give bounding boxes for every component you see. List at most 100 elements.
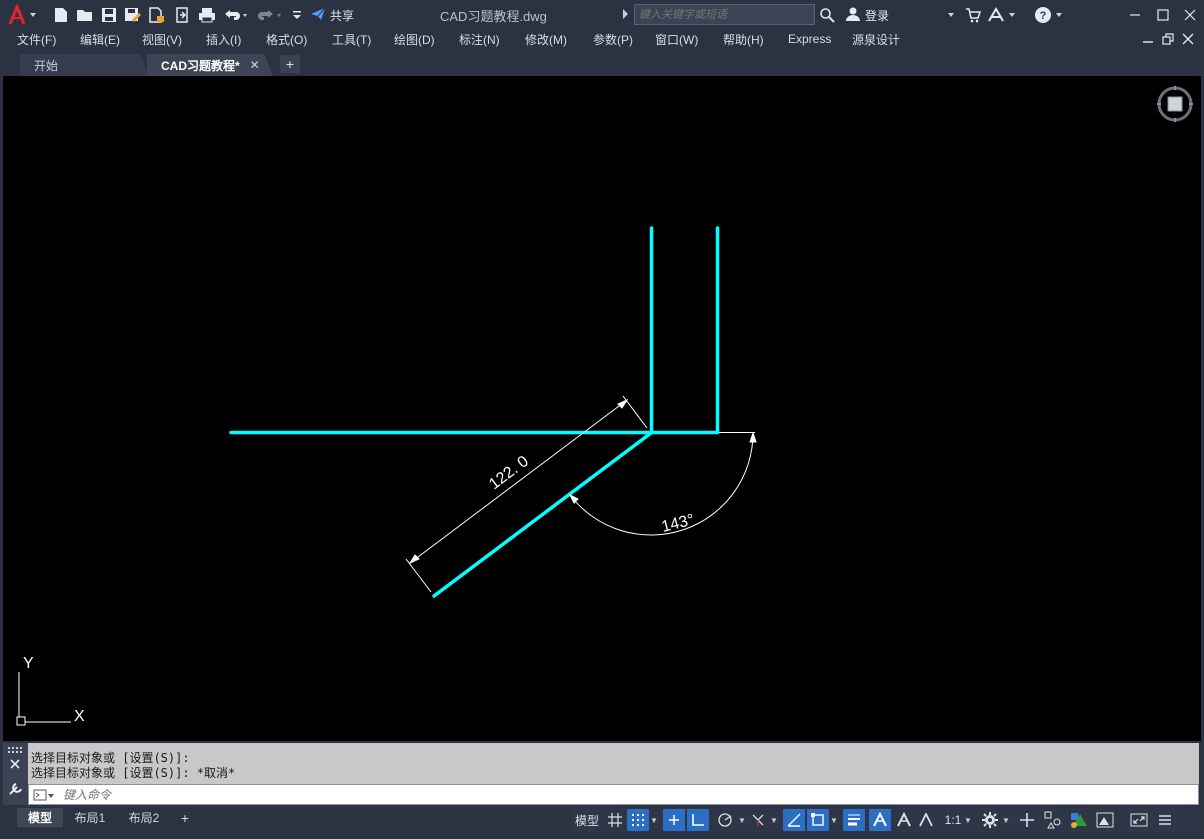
menu-help[interactable]: 帮助(H) [723,31,788,48]
snap-icon[interactable] [627,809,649,831]
tab-start[interactable]: 开始 [20,54,150,76]
dimension-arrow [749,431,757,443]
menu-view[interactable]: 视图(V) [142,31,206,48]
menu-file[interactable]: 文件(F) [17,31,80,48]
command-history-line: 选择目标对象或 [设置(S)]: [31,751,190,765]
polar-tracking-icon[interactable] [713,809,737,831]
layout-tab-1[interactable]: 布局1 [66,808,114,827]
annotation-visibility-icon[interactable] [869,809,891,831]
command-input[interactable] [63,787,863,802]
isodraft-dropdown-icon[interactable]: ▼ [769,809,779,831]
command-customize-icon[interactable] [9,783,22,795]
save-icon[interactable] [100,5,118,25]
search-expand-arrow-icon[interactable] [623,9,628,19]
isodraft-icon[interactable] [747,809,769,831]
menu-modify[interactable]: 修改(M) [525,31,593,48]
tab-close-icon[interactable]: ✕ [250,58,260,72]
menu-express[interactable]: Express [788,32,852,46]
command-close-icon[interactable] [10,759,20,769]
doc-minimize-button[interactable] [1140,31,1156,47]
publish-icon[interactable] [173,5,191,25]
print-icon[interactable] [197,5,217,25]
redo-icon[interactable] [256,5,284,25]
cart-icon[interactable] [964,5,982,25]
status-bar: 模型 布局1 布局2 + 模型 ▼ ▼ ▼ ▼ 1:1 ▼ ▼ [0,806,1204,839]
minimize-button[interactable] [1125,5,1145,25]
search-icon[interactable] [818,5,836,25]
undo-icon[interactable] [222,5,250,25]
doc-restore-button[interactable] [1160,31,1176,47]
doc-close-button[interactable] [1180,31,1196,47]
tab-drawing-label: CAD习题教程* [161,58,240,73]
share-button[interactable]: 共享 [310,5,354,25]
scale-label[interactable]: 1:1 [943,809,963,831]
menu-tools[interactable]: 工具(T) [332,31,394,48]
open-web-icon[interactable] [148,5,166,25]
menu-bar: 文件(F) 编辑(E) 视图(V) 插入(I) 格式(O) 工具(T) 绘图(D… [0,29,1204,49]
auto-scale-icon[interactable] [893,809,915,831]
new-icon[interactable] [52,5,70,25]
scale-dropdown-icon[interactable]: ▼ [963,809,973,831]
tab-drawing[interactable]: CAD习题教程* ✕ [147,54,273,76]
annotation-scale-icon[interactable] [915,809,937,831]
grid-icon[interactable] [603,809,627,831]
angled-line[interactable] [432,431,653,598]
login-button[interactable]: 登录 [845,5,889,25]
new-tab-button[interactable]: + [280,55,300,73]
autocad-logo-icon[interactable] [6,3,40,26]
layout-tab-2[interactable]: 布局2 [119,808,169,827]
file-tab-bar: 开始 CAD习题教程* ✕ + [0,49,1204,76]
drawing-canvas[interactable]: 122. 0 143° Y X [3,76,1201,741]
customization-icon[interactable] [1153,809,1177,831]
polar-dropdown-icon[interactable]: ▼ [737,809,747,831]
ucs-x-label: X [74,708,85,725]
snap-dropdown-icon[interactable]: ▼ [649,809,659,831]
menu-insert[interactable]: 插入(I) [206,31,266,48]
object-snap-dropdown-icon[interactable]: ▼ [829,809,839,831]
dimension-line [409,399,628,564]
menu-parametric[interactable]: 参数(P) [593,31,655,48]
annotation-monitor-icon[interactable] [1015,809,1039,831]
angular-dimension-text[interactable]: 143° [660,511,696,536]
units-icon[interactable] [1041,809,1065,831]
menu-yuanquan[interactable]: 源泉设计 [852,31,912,48]
save-as-icon[interactable] [124,5,142,25]
svg-text:?: ? [1040,10,1047,22]
ucs-y-label: Y [23,655,34,672]
object-snap-icon[interactable] [807,809,829,831]
infer-constraints-icon[interactable] [663,809,685,831]
document-window-controls [1140,31,1196,47]
model-space-button[interactable]: 模型 [571,809,603,831]
menu-dimension[interactable]: 标注(N) [459,31,525,48]
a360-icon[interactable] [986,5,1018,25]
layout-tab-model[interactable]: 模型 [17,808,63,827]
menu-format[interactable]: 格式(O) [266,31,332,48]
command-line-handle[interactable] [3,743,28,805]
close-button[interactable] [1180,5,1200,25]
graphics-performance-icon[interactable] [1093,809,1117,831]
open-icon[interactable] [76,5,94,25]
workspace-dropdown-icon[interactable]: ▼ [1001,809,1011,831]
command-line: 选择目标对象或 [设置(S)]: 选择目标对象或 [设置(S)]: *取消* [3,743,1199,805]
ortho-icon[interactable] [687,809,709,831]
lineweight-icon[interactable] [843,809,865,831]
maximize-button[interactable] [1153,5,1173,25]
linear-dimension-text[interactable]: 122. 0 [486,453,532,493]
workspace-gear-icon[interactable] [979,809,1001,831]
command-prompt-icon[interactable] [33,788,55,802]
menu-window[interactable]: 窗口(W) [655,31,723,48]
tab-start-label: 开始 [34,58,59,73]
help-icon[interactable]: ? [1033,5,1067,25]
menu-edit[interactable]: 编辑(E) [80,31,142,48]
viewcube-icon[interactable] [1156,85,1194,123]
dimension-arrow [408,554,420,565]
linear-dimension[interactable] [405,395,648,593]
menu-draw[interactable]: 绘图(D) [394,31,459,48]
object-snap-tracking-icon[interactable] [783,809,805,831]
add-layout-button[interactable]: + [175,808,195,827]
customize-icon[interactable] [290,5,304,25]
login-dropdown-icon[interactable] [946,5,956,25]
search-input[interactable] [634,4,815,25]
isolate-objects-icon[interactable] [1067,809,1091,831]
clean-screen-icon[interactable] [1127,809,1151,831]
